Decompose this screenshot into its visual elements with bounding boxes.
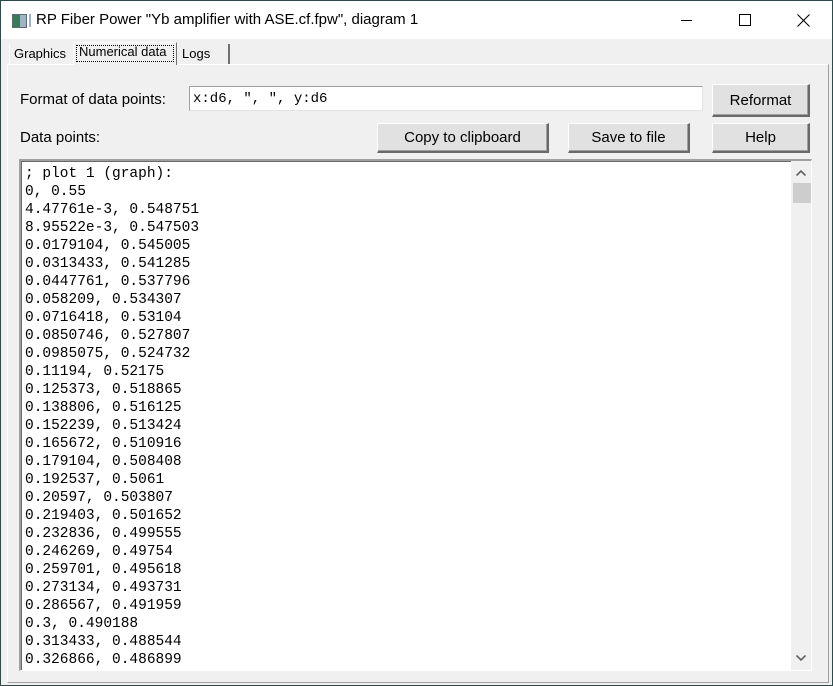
data-point-line: 0.259701, 0.495618 <box>25 562 182 578</box>
title-bar[interactable]: RP Fiber Power "Yb amplifier with ASE.cf… <box>1 1 832 39</box>
data-point-line: 0.138806, 0.516125 <box>25 400 182 416</box>
data-point-line: 0.3, 0.490188 <box>25 616 139 632</box>
scroll-down-button[interactable] <box>791 648 811 668</box>
data-point-line: 0.20597, 0.503807 <box>25 490 173 506</box>
data-point-line: 0, 0.55 <box>25 184 86 200</box>
copy-to-clipboard-button[interactable]: Copy to clipboard <box>377 123 549 153</box>
tab-strip: Graphics Numerical data Logs <box>1 39 832 67</box>
format-input[interactable] <box>189 86 703 111</box>
chevron-up-icon <box>796 170 806 176</box>
minimize-icon <box>681 20 692 21</box>
data-points-textarea[interactable]: ; plot 1 (graph): 0, 0.55 4.47761e-3, 0.54… <box>19 159 812 671</box>
data-point-line: 0.246269, 0.49754 <box>25 544 173 560</box>
scrollbar-thumb[interactable] <box>793 183 811 203</box>
data-point-line: 0.0985075, 0.524732 <box>25 346 191 362</box>
data-point-line: 0.0179104, 0.545005 <box>25 238 191 254</box>
data-point-line: 0.11194, 0.52175 <box>25 364 165 380</box>
data-point-line: 0.0716418, 0.53104 <box>25 310 182 326</box>
maximize-icon <box>739 14 751 26</box>
scroll-up-button[interactable] <box>791 163 811 183</box>
vertical-scrollbar[interactable] <box>791 161 811 670</box>
format-label: Format of data points: <box>20 91 166 108</box>
data-point-line: 0.0850746, 0.527807 <box>25 328 191 344</box>
data-points-label: Data points: <box>20 129 101 146</box>
window-title: RP Fiber Power "Yb amplifier with ASE.cf… <box>36 11 419 28</box>
minimize-button[interactable] <box>658 1 716 39</box>
data-point-line: 0.152239, 0.513424 <box>25 418 182 434</box>
close-button[interactable] <box>774 1 832 39</box>
tab-label: Graphics <box>14 46 67 61</box>
data-point-line: 0.125373, 0.518865 <box>25 382 182 398</box>
app-icon <box>12 14 31 28</box>
tab-logs[interactable]: Logs <box>178 44 230 64</box>
maximize-button[interactable] <box>716 1 774 39</box>
tab-label: Logs <box>182 46 211 61</box>
plot-header-line: ; plot 1 (graph): <box>25 166 173 182</box>
app-window: RP Fiber Power "Yb amplifier with ASE.cf… <box>0 0 833 686</box>
data-point-line: 0.165672, 0.510916 <box>25 436 182 452</box>
chevron-down-icon <box>796 655 806 661</box>
close-icon <box>796 13 810 27</box>
tab-graphics[interactable]: Graphics <box>9 44 73 64</box>
data-point-line: 0.192537, 0.5061 <box>25 472 165 488</box>
data-lines: ; plot 1 (graph): 0, 0.55 4.47761e-3, 0.54… <box>25 165 199 669</box>
data-point-line: 0.273134, 0.493731 <box>25 580 182 596</box>
data-point-line: 0.0313433, 0.541285 <box>25 256 191 272</box>
data-point-line: 0.232836, 0.499555 <box>25 526 182 542</box>
help-button[interactable]: Help <box>712 123 810 153</box>
data-point-line: 0.313433, 0.488544 <box>25 634 182 650</box>
data-point-line: 0.058209, 0.534307 <box>25 292 182 308</box>
tab-label: Numerical data <box>79 44 167 59</box>
data-point-line: 0.179104, 0.508408 <box>25 454 182 470</box>
data-point-line: 0.286567, 0.491959 <box>25 598 182 614</box>
data-point-line: 8.95522e-3, 0.547503 <box>25 220 200 236</box>
tab-numerical-data[interactable]: Numerical data <box>73 42 177 65</box>
save-to-file-button[interactable]: Save to file <box>568 123 690 153</box>
data-point-line: 0.219403, 0.501652 <box>25 508 182 524</box>
reformat-button[interactable]: Reformat <box>712 84 810 117</box>
data-point-line: 4.47761e-3, 0.548751 <box>25 202 200 218</box>
data-point-line: 0.0447761, 0.537796 <box>25 274 191 290</box>
data-point-line: 0.326866, 0.486899 <box>25 652 182 668</box>
